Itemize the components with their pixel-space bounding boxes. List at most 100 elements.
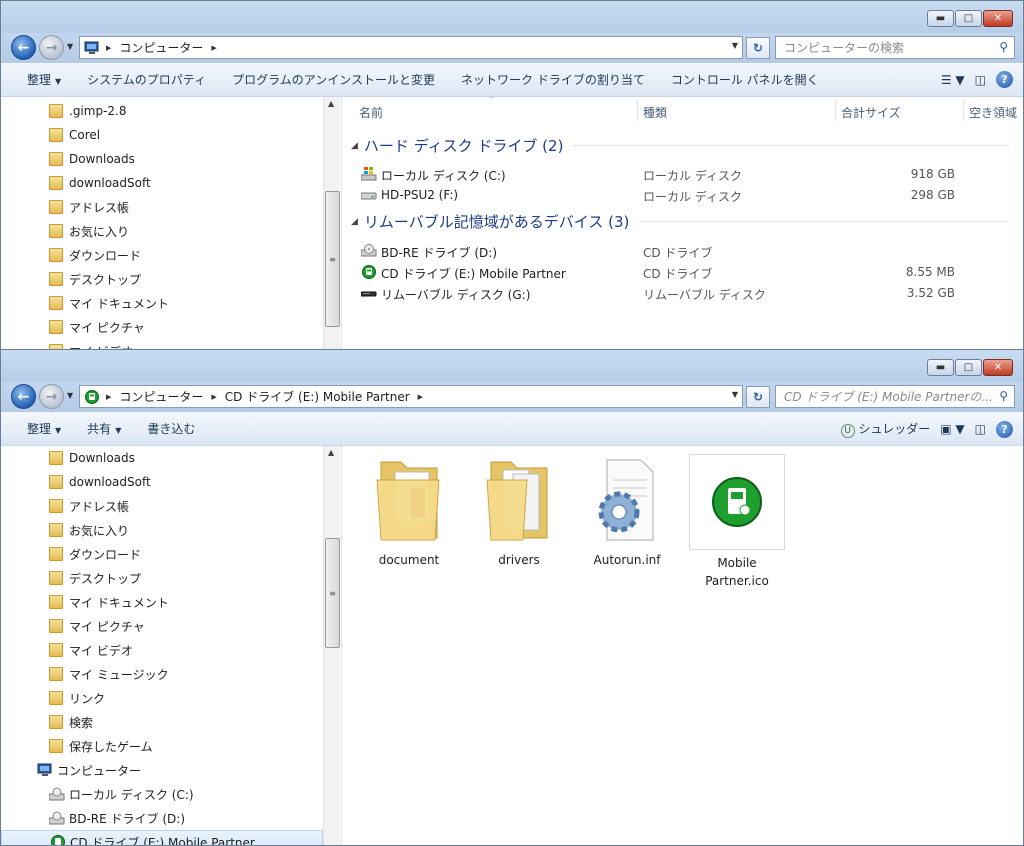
system-properties-button[interactable]: システムのプロパティ <box>74 71 219 88</box>
back-button[interactable]: ← <box>11 35 36 60</box>
chevron-down-icon[interactable]: ▼ <box>732 390 738 399</box>
tree-item[interactable]: Corel <box>1 123 323 147</box>
tree-item[interactable]: マイ ビデオ <box>1 339 323 349</box>
breadcrumb-computer[interactable]: コンピューター <box>119 388 203 405</box>
drive-row[interactable]: CD ドライブ (E:) Mobile Partner CD ドライブ 8.55… <box>359 262 999 282</box>
chevron-right-icon[interactable]: ▶ <box>106 393 111 401</box>
column-free-space[interactable]: 空き領域 <box>969 104 1017 121</box>
tree-item[interactable]: マイ ドキュメント <box>1 590 323 614</box>
minimize-button[interactable]: ▬ <box>927 10 954 27</box>
scroll-up-arrow[interactable]: ▲ <box>328 448 334 457</box>
uninstall-program-button[interactable]: プログラムのアンインストールと変更 <box>219 71 448 88</box>
tree-item[interactable]: マイ ビデオ <box>1 638 323 662</box>
tree-item[interactable]: マイ ピクチャ <box>1 315 323 339</box>
title-bar[interactable]: ▬ □ ✕ <box>1 1 1023 33</box>
tree-item[interactable]: Downloads <box>1 147 323 171</box>
column-name[interactable]: 名前 <box>359 104 383 121</box>
view-options-icon[interactable]: ▣ ▼ <box>940 422 964 436</box>
tree-item[interactable]: downloadSoft <box>1 470 323 494</box>
drive-row[interactable]: リムーバブル ディスク (G:) リムーバブル ディスク 3.52 GB <box>359 283 999 303</box>
tree-item[interactable]: お気に入り <box>1 219 323 243</box>
tree-item[interactable]: コンピューター <box>1 758 323 782</box>
recent-pages-icon[interactable]: ▼ <box>67 42 73 51</box>
close-button[interactable]: ✕ <box>983 10 1013 27</box>
collapse-triangle-icon[interactable]: ◢ <box>351 141 358 151</box>
tree-item[interactable]: ダウンロード <box>1 243 323 267</box>
burn-button[interactable]: 書き込む <box>134 420 208 437</box>
drive-row[interactable]: HD-PSU2 (F:) ローカル ディスク 298 GB <box>359 185 999 205</box>
tree-item[interactable]: Downloads <box>1 446 323 470</box>
search-icon[interactable]: ⚲ <box>999 40 1008 54</box>
file-item[interactable]: Mobile Partner.ico <box>687 454 787 590</box>
tree-item[interactable]: .gimp-2.8 <box>1 99 323 123</box>
share-button[interactable]: 共有 ▼ <box>74 420 134 437</box>
tree-item[interactable]: 検索 <box>1 710 323 734</box>
tree-item[interactable]: downloadSoft <box>1 171 323 195</box>
chevron-right-icon[interactable]: ▶ <box>211 393 216 401</box>
tree-item[interactable]: 保存したゲーム <box>1 734 323 758</box>
map-network-drive-button[interactable]: ネットワーク ドライブの割り当て <box>448 71 658 88</box>
scrollbar-thumb[interactable]: ≡ <box>325 191 340 327</box>
help-icon[interactable]: ? <box>996 71 1013 88</box>
shredder-button[interactable]: U シュレッダー <box>840 420 930 438</box>
collapse-triangle-icon[interactable]: ◢ <box>351 217 358 227</box>
scrollbar[interactable]: ▲ ≡ <box>323 97 340 349</box>
tree-item[interactable]: デスクトップ <box>1 267 323 291</box>
minimize-button[interactable]: ▬ <box>927 359 954 376</box>
forward-button[interactable]: → <box>39 35 64 60</box>
drive-row[interactable]: BD-RE ドライブ (D:) CD ドライブ <box>359 241 999 261</box>
scrollbar[interactable]: ▲ ≡ <box>323 446 340 845</box>
tree-item[interactable]: リンク <box>1 686 323 710</box>
column-total-size[interactable]: 合計サイズ <box>841 104 901 121</box>
preview-pane-icon[interactable]: ◫ <box>975 73 986 87</box>
title-bar[interactable]: ▬ □ ✕ <box>1 350 1023 382</box>
tree-item[interactable]: BD-RE ドライブ (D:) <box>1 806 323 830</box>
tree-item[interactable]: お気に入り <box>1 518 323 542</box>
preview-pane-icon[interactable]: ◫ <box>975 422 986 436</box>
column-divider[interactable] <box>637 99 638 121</box>
search-input[interactable]: CD ドライブ (E:) Mobile Partnerの... ⚲ <box>775 385 1015 408</box>
view-options-icon[interactable]: ☰ ▼ <box>941 73 965 87</box>
close-button[interactable]: ✕ <box>983 359 1013 376</box>
organize-button[interactable]: 整理 ▼ <box>1 71 74 88</box>
breadcrumb-cd-drive[interactable]: CD ドライブ (E:) Mobile Partner <box>225 388 410 405</box>
breadcrumb-computer[interactable]: コンピューター <box>119 39 203 56</box>
file-item[interactable]: document <box>359 454 459 569</box>
tree-item[interactable]: マイ ドキュメント <box>1 291 323 315</box>
refresh-button[interactable]: ↻ <box>746 37 770 59</box>
search-icon[interactable]: ⚲ <box>999 389 1008 403</box>
group-removable-storage[interactable]: ◢ リムーバブル記憶域があるデバイス (3) <box>351 211 1010 232</box>
maximize-button[interactable]: □ <box>955 10 982 27</box>
column-divider[interactable] <box>963 99 964 121</box>
tree-item[interactable]: ダウンロード <box>1 542 323 566</box>
search-input[interactable]: コンピューターの検索 ⚲ <box>775 36 1015 59</box>
tree-item[interactable]: デスクトップ <box>1 566 323 590</box>
tree-item[interactable]: マイ ミュージック <box>1 662 323 686</box>
group-hard-disk-drives[interactable]: ◢ ハード ディスク ドライブ (2) <box>351 135 1010 156</box>
organize-button[interactable]: 整理 ▼ <box>1 420 74 437</box>
maximize-button[interactable]: □ <box>955 359 982 376</box>
refresh-button[interactable]: ↻ <box>746 386 770 408</box>
tree-item[interactable]: アドレス帳 <box>1 195 323 219</box>
tree-item[interactable]: マイ ピクチャ <box>1 614 323 638</box>
back-button[interactable]: ← <box>11 384 36 409</box>
recent-pages-icon[interactable]: ▼ <box>67 391 73 400</box>
file-item[interactable]: Autorun.inf <box>577 454 677 569</box>
scroll-up-arrow[interactable]: ▲ <box>328 99 334 108</box>
forward-button[interactable]: → <box>39 384 64 409</box>
chevron-right-icon[interactable]: ▶ <box>418 393 423 401</box>
column-divider[interactable] <box>835 99 836 121</box>
column-type[interactable]: 種類 <box>643 104 667 121</box>
help-icon[interactable]: ? <box>996 420 1013 438</box>
open-control-panel-button[interactable]: コントロール パネルを開く <box>658 71 832 88</box>
address-bar[interactable]: ▶ コンピューター ▶ CD ドライブ (E:) Mobile Partner … <box>79 385 743 408</box>
tree-item[interactable]: ローカル ディスク (C:) <box>1 782 323 806</box>
chevron-down-icon[interactable]: ▼ <box>732 41 738 50</box>
tree-item-selected[interactable]: CD ドライブ (E:) Mobile Partner <box>1 830 323 845</box>
drive-row[interactable]: ローカル ディスク (C:) ローカル ディスク 918 GB <box>359 164 999 184</box>
address-bar[interactable]: ▶ コンピューター ▶ ▼ <box>79 36 743 59</box>
tree-item[interactable]: アドレス帳 <box>1 494 323 518</box>
file-item[interactable]: drivers <box>469 454 569 569</box>
scrollbar-thumb[interactable]: ≡ <box>325 538 340 648</box>
chevron-right-icon[interactable]: ▶ <box>211 44 216 52</box>
